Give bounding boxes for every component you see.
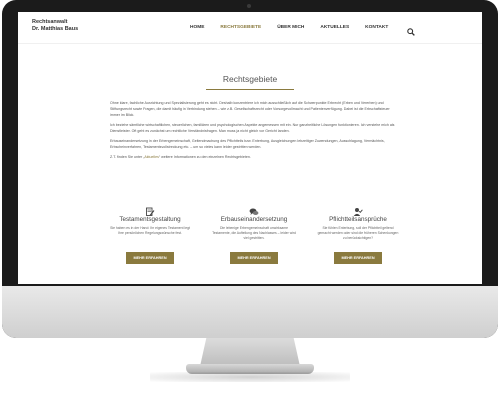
card-title: Pflichtteilsansprüche [329, 216, 387, 223]
brand-line-2: Dr. Matthias Baus [32, 26, 79, 32]
nav-item-rechtsgebiete[interactable]: RECHTSGEBIETE [220, 25, 261, 30]
mehr-erfahren-button[interactable]: MEHR ERFAHREN [126, 252, 174, 264]
mehr-erfahren-button[interactable]: MEHR ERFAHREN [230, 252, 278, 264]
monitor-mockup: Rechtsanwalt Dr. Matthias Baus HOME RECH… [0, 0, 500, 403]
service-cards: Testamentsgestaltung Sie haben es in der… [108, 204, 400, 264]
search-icon[interactable] [407, 23, 415, 36]
page-title: Rechtsgebiete [222, 74, 278, 84]
stand-shadow [150, 372, 350, 382]
main-menu: HOME RECHTSGEBIETE ÜBER MICH AKTUELLES K… [190, 25, 388, 30]
site-logo[interactable]: Rechtsanwalt Dr. Matthias Baus [32, 19, 78, 33]
nav-item-home[interactable]: HOME [190, 25, 204, 30]
paragraph: Erbauseinandersetzung in der Erbengemein… [110, 139, 385, 149]
link-outro: “ weitere Informationen zu den einzelnen… [158, 155, 251, 159]
card-title: Testamentsgestaltung [119, 216, 181, 223]
nav-item-kontakt[interactable]: KONTAKT [365, 25, 388, 30]
paragraph: Ich beziehe sämtliche wirtschaftlichen, … [110, 123, 395, 133]
monitor-chin [2, 286, 498, 338]
paragraph: Ohne klare, fachliche Ausrichtung und Sp… [110, 101, 390, 117]
paragraph-with-link: Z.T. finden Sie unter „Aktuelles“ weiter… [110, 154, 400, 160]
intro-text: Ohne klare, fachliche Ausrichtung und Sp… [110, 100, 400, 164]
monitor-screen: Rechtsanwalt Dr. Matthias Baus HOME RECH… [18, 12, 482, 284]
card-title: Erbauseinandersetzung [220, 216, 288, 223]
link-intro: Z.T. finden Sie unter „ [110, 155, 145, 159]
card-text: Sie fühlen Enterbung, soll der Pflichtte… [317, 226, 399, 240]
nav-item-ueber-mich[interactable]: ÜBER MICH [277, 25, 304, 30]
speech-bubbles-icon [249, 204, 259, 215]
card-erbauseinandersetzung: Erbauseinandersetzung Die lebenige Erben… [212, 204, 296, 264]
camera-dot [247, 4, 251, 8]
title-divider [206, 89, 294, 90]
site-header: Rechtsanwalt Dr. Matthias Baus HOME RECH… [18, 12, 482, 44]
card-pflichtteilsansprueche: Pflichtteilsansprüche Sie fühlen Enterbu… [316, 204, 400, 264]
document-pen-icon [145, 204, 155, 216]
nav-item-aktuelles[interactable]: AKTUELLES [320, 25, 349, 30]
user-check-icon [353, 204, 363, 216]
card-text: Sie haben es in der Hand: Ihr eigenes Te… [110, 226, 190, 235]
brand-line-1: Rechtsanwalt [32, 19, 68, 25]
aktuelles-link[interactable]: Aktuelles [144, 155, 159, 159]
card-testamentsgestaltung: Testamentsgestaltung Sie haben es in der… [108, 204, 192, 264]
monitor-stand-neck [200, 338, 300, 366]
mehr-erfahren-button[interactable]: MEHR ERFAHREN [334, 252, 382, 264]
card-text: Die lebenige Erbengemeinschaft unwirksam… [212, 226, 296, 240]
